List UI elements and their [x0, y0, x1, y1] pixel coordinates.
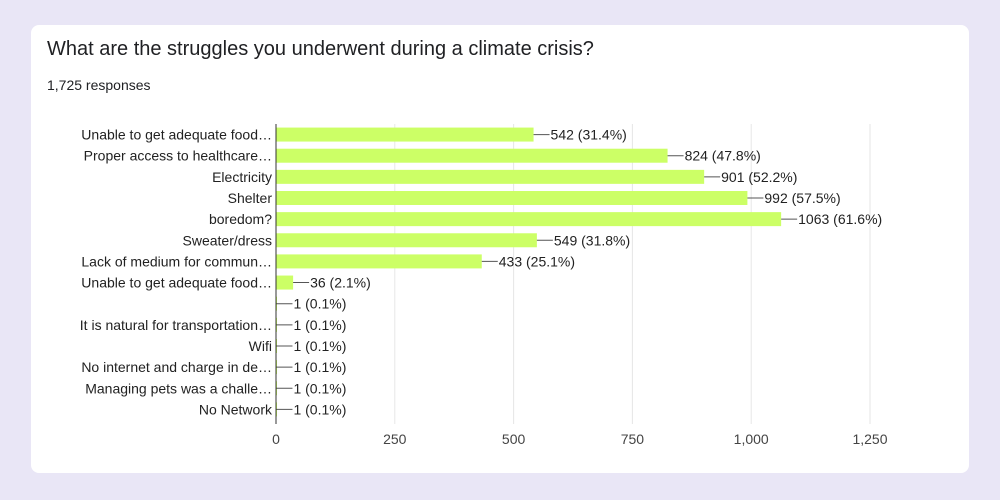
bar: [276, 169, 705, 184]
category-label: No Network: [199, 401, 273, 417]
bar: [276, 190, 748, 205]
bar: [276, 127, 534, 142]
data-label: 992 (57.5%): [764, 190, 840, 206]
category-label: Shelter: [228, 190, 273, 206]
data-label: 824 (47.8%): [685, 148, 761, 164]
data-label: 1 (0.1%): [293, 338, 346, 354]
data-label: 36 (2.1%): [310, 275, 371, 291]
question-card: What are the struggles you underwent dur…: [31, 25, 969, 473]
data-label: 1 (0.1%): [293, 380, 346, 396]
data-label: 1 (0.1%): [293, 401, 346, 417]
bar: [276, 212, 782, 227]
bar: [276, 148, 668, 163]
bar: [276, 254, 482, 269]
data-label: 1 (0.1%): [293, 296, 346, 312]
category-label: Unable to get adequate food…: [81, 127, 272, 143]
x-tick-label: 750: [621, 431, 645, 447]
x-tick-label: 0: [272, 431, 280, 447]
x-tick-label: 1,250: [852, 431, 887, 447]
data-label: 433 (25.1%): [499, 253, 575, 269]
bar: [276, 233, 537, 248]
x-tick-label: 1,000: [734, 431, 769, 447]
category-label: It is natural for transportation…: [80, 317, 272, 333]
bar: [276, 275, 294, 290]
data-label: 1 (0.1%): [293, 317, 346, 333]
category-label: Unable to get adequate food…: [81, 275, 272, 291]
category-label: Managing pets was a challe…: [85, 380, 272, 396]
data-label: 901 (52.2%): [721, 169, 797, 185]
category-label: Sweater/dress: [183, 232, 272, 248]
category-label: Electricity: [212, 169, 272, 185]
category-label: No internet and charge in de…: [81, 359, 272, 375]
data-label: 1063 (61.6%): [798, 211, 882, 227]
data-label: 1 (0.1%): [293, 359, 346, 375]
category-label: Wifi: [249, 338, 272, 354]
data-label: 549 (31.8%): [554, 232, 630, 248]
category-label: Proper access to healthcare…: [84, 148, 272, 164]
category-label: boredom?: [209, 211, 272, 227]
category-label: Lack of medium for commun…: [81, 253, 272, 269]
x-tick-label: 250: [383, 431, 407, 447]
bar-chart: 0 250 500 750 1,000 1,250 Unable to get adequa…: [80, 124, 888, 447]
data-label: 542 (31.4%): [551, 127, 627, 143]
x-tick-label: 500: [502, 431, 526, 447]
